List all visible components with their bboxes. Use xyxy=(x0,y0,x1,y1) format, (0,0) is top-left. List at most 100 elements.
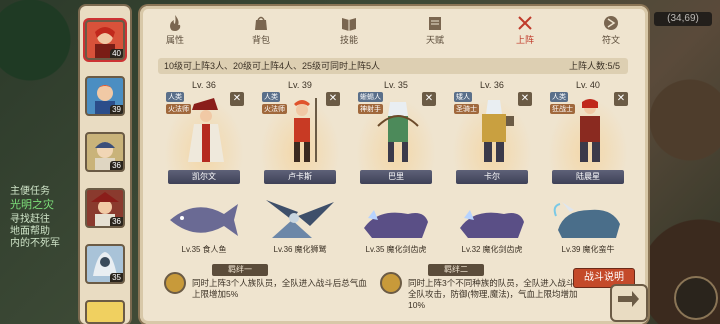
tab-label: 符文 xyxy=(601,35,620,45)
bond-medal-icon xyxy=(380,272,402,294)
race-tag: 人类 xyxy=(262,92,280,102)
hero-level: 40 xyxy=(110,49,123,58)
map-coordinates: (34,69) xyxy=(654,12,712,26)
minimap-orb[interactable] xyxy=(674,276,718,320)
pet-name: 魔化剑齿虎 xyxy=(386,245,427,254)
crossed-swords-icon xyxy=(518,16,532,30)
slot-level: Lv. 39 xyxy=(288,80,312,90)
pet-level: Lv.35 xyxy=(365,245,385,254)
hero-name: 卡尔 xyxy=(456,170,528,184)
book-icon xyxy=(342,18,356,31)
bond-panel: 羁绊二 同时上阵3个不同种族的队员，全队进入战斗后全队攻击，防御(物理,魔法)，… xyxy=(372,264,592,310)
bag-icon xyxy=(255,16,267,30)
griffin-figure xyxy=(266,200,334,238)
bond-description: 同时上阵3个不同种族的队员，全队进入战斗后全队攻击，防御(物理,魔法)，气血上限… xyxy=(408,278,583,310)
hero-name: 陆晨星 xyxy=(552,170,624,184)
bond-title: 羁绊二 xyxy=(428,264,484,276)
hero-level: 36 xyxy=(110,161,123,170)
hero-level: 39 xyxy=(110,105,123,114)
lineup-count: 上阵人数:5/5 xyxy=(568,61,620,71)
tab-skills[interactable]: 技能 xyxy=(324,14,374,45)
pet-slot[interactable]: Lv.39 魔化蛮牛 xyxy=(544,194,632,258)
pet-label: Lv.35 魔化剑齿虎 xyxy=(352,244,440,255)
tab-label: 天赋 xyxy=(425,35,444,45)
swap-arrow-button[interactable] xyxy=(610,284,648,322)
slot-level: Lv. 36 xyxy=(480,80,504,90)
quest-line-3: 内的不死军 xyxy=(10,238,60,249)
pet-slot[interactable]: Lv.35 食人鱼 xyxy=(160,194,248,258)
remove-button[interactable]: ✕ xyxy=(614,92,628,106)
tab-label: 背包 xyxy=(251,35,270,45)
tab-bag[interactable]: 背包 xyxy=(236,14,286,45)
pet-label: Lv.39 魔化蛮牛 xyxy=(544,244,632,255)
pet-name: 魔化狮鹫 xyxy=(294,245,327,254)
hero-name: 巴里 xyxy=(360,170,432,184)
lineup-slot[interactable]: Lv. 36 矮人 圣骑士 ✕ 卡尔 xyxy=(448,78,536,186)
bull-figure xyxy=(553,202,620,238)
tab-attributes[interactable]: 属性 xyxy=(150,14,200,45)
tab-lineup[interactable]: 上阵 xyxy=(500,14,550,45)
hero-figure xyxy=(377,102,419,162)
lineup-slot[interactable]: Lv. 39 人类 火法师 ✕ 卢卡斯 xyxy=(256,78,344,186)
pet-name: 魔化剑齿虎 xyxy=(482,245,523,254)
scroll-icon xyxy=(429,17,441,30)
pet-level: Lv.32 xyxy=(461,245,481,254)
remove-button[interactable]: ✕ xyxy=(326,92,340,106)
remove-button[interactable]: ✕ xyxy=(518,92,532,106)
lineup-notice: 10级可上阵3人、20级可上阵4人、25级可同时上阵5人 上阵人数:5/5 xyxy=(158,58,628,74)
bond-panel: 羁绊一 同时上阵3个人族队员，全队进入战斗后总气血上限增加5% xyxy=(156,264,376,310)
pet-slot[interactable]: Lv.36 魔化狮鹫 xyxy=(256,194,344,258)
quest-header: 主便任务 xyxy=(10,186,50,197)
pet-label: Lv.35 食人鱼 xyxy=(160,244,248,255)
remove-button[interactable]: ✕ xyxy=(422,92,436,106)
pet-slot[interactable]: Lv.35 魔化剑齿虎 xyxy=(352,194,440,258)
pet-label: Lv.32 魔化剑齿虎 xyxy=(448,244,536,255)
flame-icon xyxy=(170,15,181,31)
race-tag: 人类 xyxy=(550,92,568,102)
tab-label: 上阵 xyxy=(515,35,534,45)
rune-icon xyxy=(604,16,618,30)
pet-name: 食人鱼 xyxy=(202,245,227,254)
tab-label: 属性 xyxy=(165,35,184,45)
sabertooth-figure xyxy=(364,210,428,238)
hero-card[interactable]: 40 xyxy=(85,20,125,60)
hero-figure xyxy=(188,98,224,162)
hero-card[interactable] xyxy=(85,300,125,324)
hero-card[interactable]: 35 xyxy=(85,244,125,284)
hero-card[interactable]: 39 xyxy=(85,76,125,116)
tab-runes[interactable]: 符文 xyxy=(586,14,636,45)
hero-level: 36 xyxy=(110,217,123,226)
swap-arrow-icon xyxy=(618,291,639,307)
pet-level: Lv.39 xyxy=(561,245,581,254)
bond-title: 羁绊一 xyxy=(212,264,268,276)
slot-level: Lv. 40 xyxy=(576,80,600,90)
lineup-slot[interactable]: Lv. 36 人类 火法师 ✕ 凯尔文 xyxy=(160,78,248,186)
lineup-slot[interactable]: Lv. 35 蜥蜴人 神射手 ✕ 巴里 xyxy=(352,78,440,186)
tab-label: 技能 xyxy=(339,35,358,45)
notice-text: 10级可上阵3人、20级可上阵4人、25级可同时上阵5人 xyxy=(164,61,381,71)
tab-talent[interactable]: 天赋 xyxy=(410,14,460,45)
pet-name: 魔化蛮牛 xyxy=(582,245,615,254)
race-tag: 人类 xyxy=(166,92,184,102)
lineup-panel: 属性 背包 技能 天赋 上阵 符文 10级可上阵3人、20级可上阵4人、25级可… xyxy=(140,6,648,324)
race-tag: 矮人 xyxy=(454,92,472,102)
hero-card[interactable]: 36 xyxy=(85,132,125,172)
slot-level: Lv. 36 xyxy=(192,80,216,90)
bond-medal-icon xyxy=(164,272,186,294)
slot-level: Lv. 35 xyxy=(384,80,408,90)
remove-button[interactable]: ✕ xyxy=(230,92,244,106)
fish-figure xyxy=(170,204,238,236)
pet-level: Lv.35 xyxy=(181,245,201,254)
lineup-slot[interactable]: Lv. 40 人类 狂战士 ✕ 陆晨星 xyxy=(544,78,632,186)
pet-level: Lv.36 xyxy=(273,245,293,254)
hero-list: 40 39 36 36 35 xyxy=(80,6,130,324)
bond-description: 同时上阵3个人族队员，全队进入战斗后总气血上限增加5% xyxy=(192,278,367,299)
pet-label: Lv.36 魔化狮鹫 xyxy=(256,244,344,255)
hero-figure xyxy=(294,98,317,162)
hero-figure xyxy=(580,99,600,162)
hero-level: 35 xyxy=(110,273,123,282)
pet-slot[interactable]: Lv.32 魔化剑齿虎 xyxy=(448,194,536,258)
hero-name: 凯尔文 xyxy=(168,170,240,184)
hero-name: 卢卡斯 xyxy=(264,170,336,184)
hero-card[interactable]: 36 xyxy=(85,188,125,228)
